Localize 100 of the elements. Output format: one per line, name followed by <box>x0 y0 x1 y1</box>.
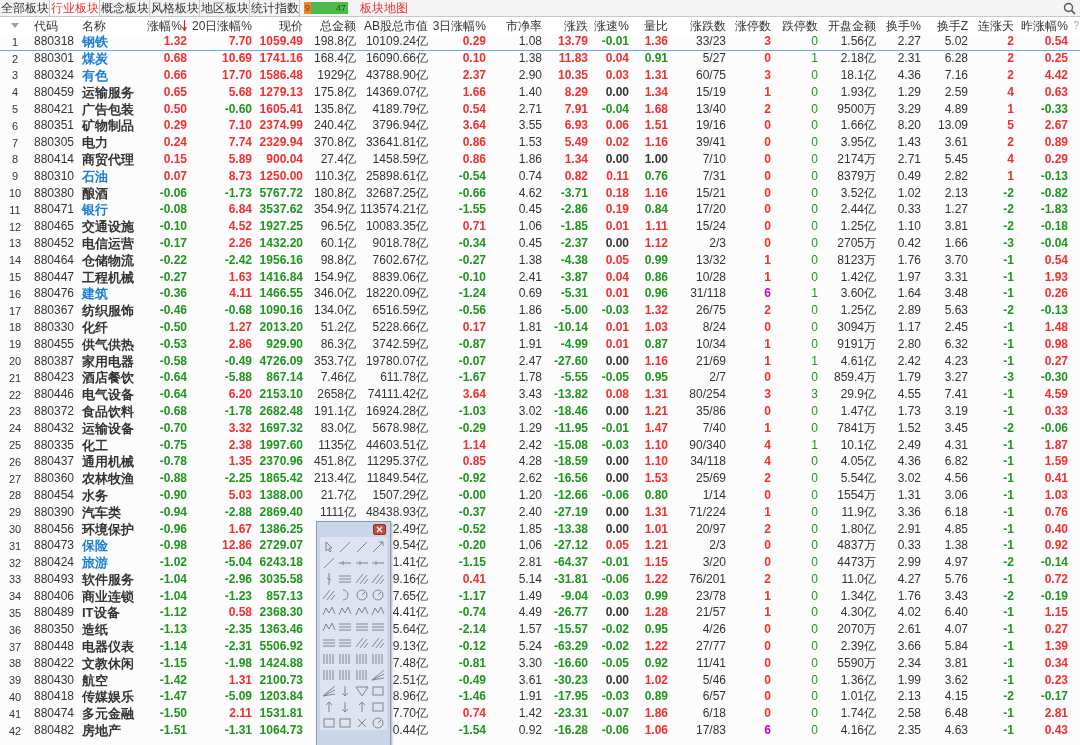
column-header[interactable]: 涨幅% <box>147 17 182 34</box>
drawing-tool-button[interactable] <box>321 556 337 570</box>
drawing-tool-button[interactable] <box>354 620 370 634</box>
category-tab[interactable]: 概念板块 <box>100 0 150 16</box>
drawing-tool-button[interactable] <box>354 572 370 586</box>
table-cell[interactable]: 商业连锁 <box>82 588 134 604</box>
drawing-tool-button[interactable] <box>370 636 386 650</box>
table-cell[interactable]: IT设备 <box>82 605 120 621</box>
drawing-tool-button[interactable] <box>354 604 370 618</box>
column-header[interactable]: 开盘金额 <box>828 17 876 34</box>
drawing-tool-button[interactable] <box>321 620 337 634</box>
column-header[interactable]: 涨跌数 <box>690 17 726 34</box>
drawing-tool-button[interactable] <box>354 668 370 682</box>
column-header[interactable]: 市净率 <box>506 17 542 34</box>
drawing-tool-button[interactable] <box>354 588 370 602</box>
column-header[interactable]: 量比 <box>644 17 668 34</box>
table-cell[interactable]: 电信运营 <box>82 235 134 251</box>
drawing-tool-button[interactable] <box>370 716 386 730</box>
drawing-tool-button[interactable] <box>337 572 353 586</box>
table-cell[interactable]: 房地产 <box>82 723 121 739</box>
table-cell[interactable]: 文教休闲 <box>82 655 134 671</box>
column-header[interactable]: 换手Z <box>936 17 968 34</box>
table-cell[interactable]: 食品饮料 <box>82 403 134 419</box>
table-cell[interactable]: 旅游 <box>82 555 108 571</box>
table-cell[interactable]: 保险 <box>82 538 108 554</box>
table-cell[interactable]: 建筑 <box>82 286 108 302</box>
column-header[interactable]: 昨涨幅% <box>1021 17 1068 34</box>
drawing-tool-button[interactable] <box>337 716 353 730</box>
drawing-tool-button[interactable] <box>370 652 386 666</box>
table-cell[interactable]: 家用电器 <box>82 353 134 369</box>
table-cell[interactable]: 酒店餐饮 <box>82 370 134 386</box>
drawing-tool-button[interactable] <box>354 652 370 666</box>
search-icon[interactable] <box>1063 2 1076 15</box>
table-cell[interactable]: 运输服务 <box>82 84 134 100</box>
table-cell[interactable]: 造纸 <box>82 622 108 638</box>
table-cell[interactable]: 商贸代理 <box>82 151 134 167</box>
drawing-tool-button[interactable] <box>354 636 370 650</box>
column-header[interactable]: 涨停数 <box>735 17 771 34</box>
table-cell[interactable]: 水务 <box>82 487 108 503</box>
drawing-tool-button[interactable] <box>370 588 386 602</box>
table-cell[interactable]: 纺织服饰 <box>82 303 134 319</box>
table-cell[interactable]: 化纤 <box>82 319 108 335</box>
table-cell[interactable]: 运输设备 <box>82 420 134 436</box>
table-cell[interactable]: 仓储物流 <box>82 252 134 268</box>
dropdown-icon[interactable] <box>11 23 19 28</box>
drawing-tool-button[interactable] <box>370 668 386 682</box>
table-cell[interactable]: 电气设备 <box>82 387 134 403</box>
drawing-tool-button[interactable] <box>321 668 337 682</box>
drawing-tool-button[interactable] <box>337 636 353 650</box>
table-cell[interactable]: 传媒娱乐 <box>82 689 134 705</box>
column-header[interactable]: 连涨天 <box>978 17 1014 34</box>
column-header[interactable]: 代码 <box>34 17 58 34</box>
drawing-tool-button[interactable] <box>321 684 337 698</box>
column-header[interactable]: 20日涨幅% <box>191 17 252 34</box>
drawing-tool-button[interactable] <box>321 652 337 666</box>
drawing-tool-button[interactable] <box>337 604 353 618</box>
sector-map-link[interactable]: 板块地图 <box>360 0 408 16</box>
category-tab[interactable]: 统计指数 <box>250 0 300 16</box>
drawing-tool-button[interactable] <box>321 604 337 618</box>
table-cell[interactable]: 银行 <box>82 202 108 218</box>
drawing-tool-button[interactable] <box>337 652 353 666</box>
category-tab[interactable]: 行业板块 <box>50 0 100 16</box>
table-cell[interactable]: 汽车类 <box>82 504 121 520</box>
table-cell[interactable]: 通用机械 <box>82 454 134 470</box>
category-tab[interactable]: 风格板块 <box>150 0 200 16</box>
column-header[interactable]: 3日涨幅% <box>432 17 486 34</box>
column-header[interactable]: 名称 <box>82 17 106 34</box>
table-cell[interactable]: 农林牧渔 <box>82 471 134 487</box>
drawing-tool-button[interactable] <box>370 572 386 586</box>
table-cell[interactable]: 交通设施 <box>82 219 134 235</box>
drawing-tool-button[interactable] <box>337 668 353 682</box>
drawing-tool-button[interactable] <box>370 620 386 634</box>
table-cell[interactable]: 供气供热 <box>82 336 134 352</box>
table-cell[interactable]: 煤炭 <box>82 51 108 67</box>
column-header[interactable]: AB股总市值 <box>364 17 428 34</box>
table-cell[interactable]: 酿酒 <box>82 185 108 201</box>
table-cell[interactable]: 多元金融 <box>82 706 134 722</box>
drawing-tool-button[interactable] <box>370 540 386 554</box>
category-tab[interactable]: 地区板块 <box>200 0 250 16</box>
table-cell[interactable]: 化工 <box>82 437 108 453</box>
table-cell[interactable]: 有色 <box>82 68 108 83</box>
drawing-tool-button[interactable] <box>321 716 337 730</box>
drawing-tool-button[interactable] <box>337 540 353 554</box>
column-header[interactable]: 涨速% <box>594 17 629 34</box>
column-header[interactable]: 跌停数 <box>782 17 818 34</box>
drawing-tool-button[interactable] <box>321 636 337 650</box>
table-cell[interactable]: 钢铁 <box>82 34 108 50</box>
column-header[interactable]: 涨跌 <box>564 17 588 34</box>
column-header[interactable]: 换手% <box>886 17 921 34</box>
column-header[interactable]: 总金额 <box>320 17 356 34</box>
table-cell[interactable]: 航空 <box>82 672 108 688</box>
close-button[interactable] <box>373 524 386 535</box>
table-cell[interactable]: 工程机械 <box>82 269 134 285</box>
drawing-tool-button[interactable] <box>370 700 386 714</box>
drawing-tool-button[interactable] <box>354 540 370 554</box>
table-cell[interactable]: 电力 <box>82 135 108 151</box>
table-cell[interactable]: 广告包装 <box>82 101 134 117</box>
table-cell[interactable]: 软件服务 <box>82 571 134 587</box>
drawing-tool-button[interactable] <box>370 604 386 618</box>
table-cell[interactable]: 电器仪表 <box>82 639 134 655</box>
